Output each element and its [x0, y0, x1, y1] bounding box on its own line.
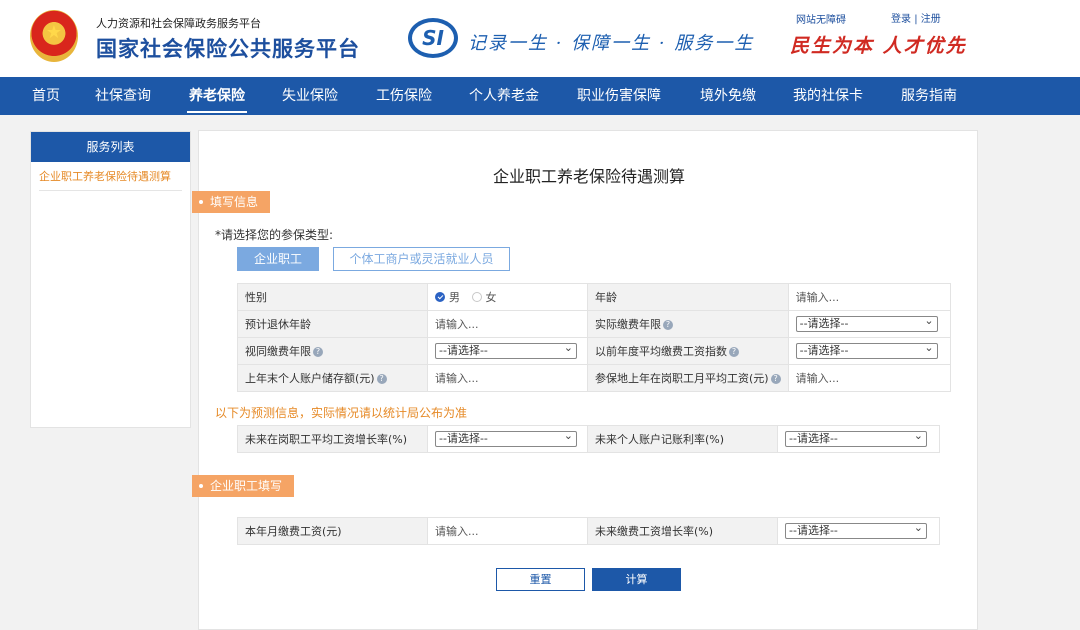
age-cell [787, 283, 951, 311]
gender-field: 男 女 [427, 283, 588, 311]
type-flexible-button[interactable]: 个体工商户或灵活就业人员 [333, 247, 510, 271]
wage-growth-select[interactable]: --请选择-- [435, 429, 577, 447]
deemed-years-label: 视同缴费年限 [245, 345, 311, 358]
insured-type-prompt: *请选择您的参保类型: [215, 228, 334, 242]
gender-label: 性别 [237, 283, 428, 311]
avg-index-select[interactable]: --请选择-- [795, 341, 938, 359]
age-input[interactable] [795, 290, 926, 304]
future-growth-select[interactable]: --请选择-- [785, 521, 927, 539]
actual-years-cell: --请选择-- [787, 310, 951, 338]
female-label: 女 [485, 291, 497, 304]
help-icon[interactable]: ? [313, 347, 323, 357]
month-wage-input[interactable] [435, 524, 565, 538]
calculate-button[interactable]: 计算 [592, 568, 681, 591]
male-radio[interactable] [435, 292, 445, 302]
auth-separator: | [914, 14, 918, 25]
nav-item-my-card[interactable]: 我的社保卡 [793, 77, 863, 115]
national-emblem-icon: ★ [30, 10, 78, 62]
female-radio[interactable] [471, 292, 482, 302]
age-label: 年龄 [587, 283, 789, 311]
avg-wage-label-cell: 参保地上年在岗职工月平均工资(元)? [587, 364, 789, 392]
forecast-table: 未来在岗职工平均工资增长率(%) --请选择-- 未来个人账户记账利率(%) -… [237, 425, 940, 453]
retire-age-cell [427, 310, 588, 338]
wage-growth-label: 未来在岗职工平均工资增长率(%) [237, 425, 428, 453]
actual-years-label-cell: 实际缴费年限? [587, 310, 789, 338]
nav-item-occupational-injury[interactable]: 职业伤害保障 [577, 77, 661, 115]
future-growth-cell: --请选择-- [777, 517, 940, 545]
basic-info-table: 性别 男 女 年龄 预计退休年龄 实际缴费年限? --请选择-- 视同缴费年限?… [237, 283, 951, 392]
register-link[interactable]: 注册 [921, 14, 941, 25]
avg-wage-input[interactable] [795, 371, 926, 385]
nav-item-injury[interactable]: 工伤保险 [376, 77, 432, 115]
site-title[interactable]: 国家社会保险公共服务平台 [96, 33, 360, 63]
nav-item-overseas-exemption[interactable]: 境外免缴 [700, 77, 756, 115]
nav-item-pension[interactable]: 养老保险 [187, 77, 247, 115]
enterprise-table: 本年月缴费工资(元) 未来缴费工资增长率(%) --请选择-- [237, 517, 940, 545]
main-nav: 首页 社保查询 养老保险 失业保险 工伤保险 个人养老金 职业伤害保障 境外免缴… [0, 77, 1080, 115]
avg-index-label: 以前年度平均缴费工资指数 [595, 345, 727, 358]
help-icon[interactable]: ? [663, 320, 673, 330]
org-subtitle: 人力资源和社会保障政务服务平台 [96, 17, 261, 30]
help-icon[interactable]: ? [770, 374, 781, 384]
avg-wage-cell [787, 364, 951, 392]
future-growth-label: 未来缴费工资增长率(%) [587, 517, 778, 545]
type-enterprise-button[interactable]: 企业职工 [237, 247, 319, 271]
avg-index-cell: --请选择-- [787, 337, 951, 365]
motto: 民生为本 人才优先 [790, 35, 967, 57]
avg-wage-label: 参保地上年在岗职工月平均工资(元) [595, 372, 769, 385]
nav-item-personal-pension[interactable]: 个人养老金 [469, 77, 539, 115]
service-sidebar: 服务列表 企业职工养老保险待遇测算 [30, 131, 191, 428]
balance-label: 上年末个人账户储存额(元) [245, 372, 375, 385]
help-icon[interactable]: ? [376, 374, 387, 384]
male-label: 男 [449, 291, 460, 304]
deemed-years-label-cell: 视同缴费年限? [237, 337, 428, 365]
interest-rate-cell: --请选择-- [777, 425, 940, 453]
month-wage-label: 本年月缴费工资(元) [237, 517, 428, 545]
nav-item-home[interactable]: 首页 [32, 77, 60, 115]
avg-index-label-cell: 以前年度平均缴费工资指数? [587, 337, 789, 365]
help-icon[interactable]: ? [729, 347, 739, 357]
reset-button[interactable]: 重置 [496, 568, 585, 591]
balance-label-cell: 上年末个人账户储存额(元)? [237, 364, 428, 392]
si-logo-icon: SI [408, 18, 458, 58]
interest-rate-select[interactable]: --请选择-- [785, 429, 927, 447]
login-link[interactable]: 登录 [891, 14, 911, 25]
auth-links: 登录 | 注册 [891, 10, 941, 25]
retire-age-label: 预计退休年龄 [237, 310, 428, 338]
sidebar-title: 服务列表 [31, 132, 190, 162]
actual-years-select[interactable]: --请选择-- [795, 314, 938, 332]
page-title: 企业职工养老保险待遇测算 [492, 167, 685, 186]
balance-cell [427, 364, 588, 392]
interest-rate-label: 未来个人账户记账利率(%) [587, 425, 778, 453]
site-header: ★ 人力资源和社会保障政务服务平台 国家社会保险公共服务平台 SI 记录一生 ·… [0, 0, 1080, 77]
retire-age-input[interactable] [435, 317, 565, 331]
sidebar-item-pension-calc[interactable]: 企业职工养老保险待遇测算 [39, 168, 182, 191]
main-panel: 企业职工养老保险待遇测算 填写信息 *请选择您的参保类型: 企业职工 个体工商户… [192, 130, 978, 630]
section-tag-fill-info: 填写信息 [192, 191, 271, 213]
nav-item-social-query[interactable]: 社保查询 [95, 77, 151, 115]
deemed-years-select[interactable]: --请选择-- [435, 341, 577, 359]
month-wage-cell [427, 517, 588, 545]
slogan: 记录一生 · 保障一生 · 服务一生 [468, 33, 755, 54]
actual-years-label: 实际缴费年限 [595, 318, 661, 331]
balance-input[interactable] [435, 371, 565, 385]
nav-item-unemployment[interactable]: 失业保险 [282, 77, 338, 115]
nav-item-guide[interactable]: 服务指南 [901, 77, 957, 115]
forecast-note: 以下为预测信息，实际情况请以统计局公布为准 [215, 406, 468, 420]
accessibility-link[interactable]: 网站无障碍 [796, 11, 846, 26]
deemed-years-cell: --请选择-- [427, 337, 588, 365]
section-tag-enterprise: 企业职工填写 [192, 475, 295, 497]
wage-growth-cell: --请选择-- [427, 425, 588, 453]
